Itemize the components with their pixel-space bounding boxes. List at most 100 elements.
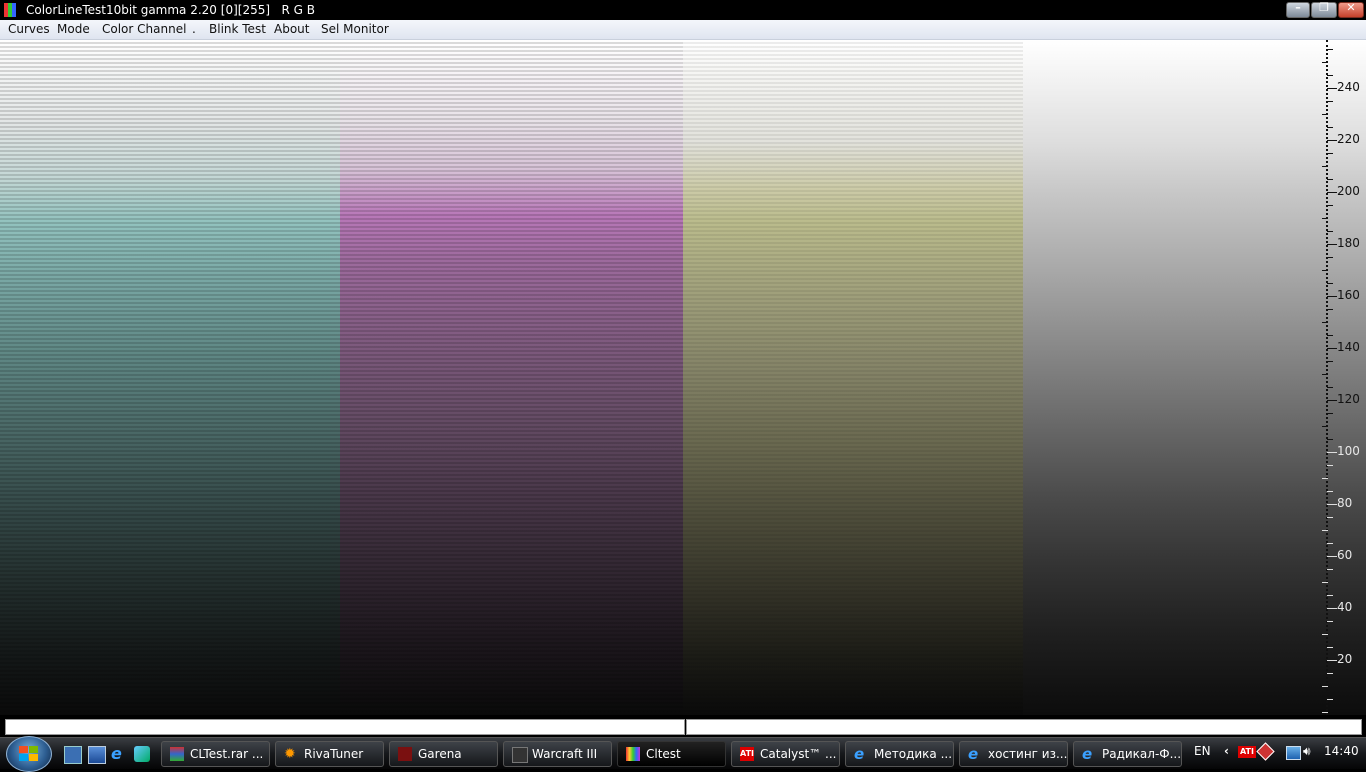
scale-label: 80 xyxy=(1337,496,1353,510)
scale-major-tick xyxy=(1327,400,1337,401)
restore-button[interactable]: ❐ xyxy=(1311,1,1337,18)
taskbar: e CLTest.rar ... ✹ RivaTuner Garena Warc… xyxy=(0,736,1366,772)
taskbar-button-hosting[interactable]: e хостинг из... xyxy=(959,741,1068,767)
level-scale: 240 220 200 180 160 140 120 100 80 60 40 20 xyxy=(1310,40,1366,715)
window-title: ColorLineTest10bit gamma 2.20 [0][255] R… xyxy=(26,3,315,17)
scale-minor-tick xyxy=(1327,309,1333,310)
scale-label: 200 xyxy=(1337,184,1360,198)
scale-minor-tick xyxy=(1327,517,1333,518)
scale-minor-tick xyxy=(1322,686,1328,687)
scale-minor-tick xyxy=(1322,712,1328,713)
scale-major-tick xyxy=(1327,296,1337,297)
scale-minor-tick xyxy=(1322,62,1328,63)
scale-major-tick xyxy=(1327,192,1337,193)
scale-minor-tick xyxy=(1322,634,1328,635)
scale-minor-tick xyxy=(1327,361,1333,362)
menu-curves[interactable]: Curves xyxy=(8,22,50,36)
scale-minor-tick xyxy=(1322,322,1328,323)
start-button[interactable] xyxy=(6,736,52,772)
scale-major-tick xyxy=(1327,556,1337,557)
taskbar-button-garena[interactable]: Garena xyxy=(389,741,498,767)
scale-minor-tick xyxy=(1327,127,1333,128)
scale-minor-tick xyxy=(1327,101,1333,102)
close-icon: ✕ xyxy=(1346,1,1356,14)
scale-minor-tick xyxy=(1327,283,1333,284)
media-app-icon[interactable] xyxy=(134,746,150,762)
title-bar: ColorLineTest10bit gamma 2.20 [0][255] R… xyxy=(0,0,1366,20)
catalyst-tray-icon[interactable] xyxy=(1256,742,1275,761)
scale-minor-tick xyxy=(1322,374,1328,375)
right-slider-track[interactable] xyxy=(686,719,1362,735)
scale-minor-tick xyxy=(1322,530,1328,531)
scale-major-tick xyxy=(1327,348,1337,349)
show-desktop-icon[interactable] xyxy=(64,746,82,764)
scale-label: 240 xyxy=(1337,80,1360,94)
scale-minor-tick xyxy=(1327,439,1333,440)
clock[interactable]: 14:40 xyxy=(1324,744,1359,758)
scale-minor-tick xyxy=(1327,231,1333,232)
scale-minor-tick xyxy=(1322,426,1328,427)
left-slider-track[interactable] xyxy=(5,719,685,735)
windows-logo-icon xyxy=(19,746,39,762)
scale-minor-tick xyxy=(1327,595,1333,596)
show-hidden-icons-chevron[interactable]: ‹ xyxy=(1224,744,1229,758)
taskbar-button-cltest[interactable]: Cltest xyxy=(617,741,726,767)
scale-minor-tick xyxy=(1327,621,1333,622)
taskbar-button-radikal[interactable]: e Радикал-Ф... xyxy=(1073,741,1182,767)
scale-label: 160 xyxy=(1337,288,1360,302)
taskbar-button-catalyst[interactable]: ATI Catalyst™ ... xyxy=(731,741,840,767)
menu-about[interactable]: About xyxy=(274,22,309,36)
scale-minor-tick xyxy=(1327,153,1333,154)
minimize-button[interactable]: – xyxy=(1286,1,1310,18)
scale-major-tick xyxy=(1327,88,1337,89)
volume-icon[interactable]: 🔊︎ xyxy=(1303,744,1311,759)
menu-mode[interactable]: Mode xyxy=(57,22,90,36)
scale-minor-tick xyxy=(1327,413,1333,414)
scale-label: 60 xyxy=(1337,548,1353,562)
menu-blink-test[interactable]: Blink Test xyxy=(209,22,266,36)
taskbar-button-rivatuner[interactable]: ✹ RivaTuner xyxy=(275,741,384,767)
network-icon[interactable] xyxy=(1286,746,1301,760)
slider-strip xyxy=(0,715,1366,737)
scale-minor-tick xyxy=(1327,673,1333,674)
scale-minor-tick xyxy=(1327,335,1333,336)
scale-major-tick xyxy=(1327,660,1337,661)
scale-minor-tick xyxy=(1327,387,1333,388)
scale-label: 120 xyxy=(1337,392,1360,406)
ie-icon: e xyxy=(854,745,865,763)
scale-label: 100 xyxy=(1337,444,1360,458)
scale-minor-tick xyxy=(1327,179,1333,180)
language-indicator[interactable]: EN xyxy=(1194,744,1211,758)
scale-major-tick xyxy=(1327,244,1337,245)
scale-minor-tick xyxy=(1322,270,1328,271)
scale-minor-tick xyxy=(1327,647,1333,648)
winrar-icon xyxy=(170,747,184,761)
taskbar-button-metodika[interactable]: e Методика ... xyxy=(845,741,954,767)
scale-minor-tick xyxy=(1322,218,1328,219)
scale-minor-tick xyxy=(1327,699,1333,700)
switch-windows-icon[interactable] xyxy=(88,746,106,764)
scale-minor-tick xyxy=(1322,478,1328,479)
scale-label: 20 xyxy=(1337,652,1353,666)
menu-dot[interactable]: . xyxy=(192,22,196,36)
internet-explorer-icon[interactable]: e xyxy=(111,746,127,762)
rivatuner-icon: ✹ xyxy=(284,746,296,762)
yellow-gradient-band xyxy=(683,40,1023,715)
menu-sel-monitor[interactable]: Sel Monitor xyxy=(321,22,389,36)
ati-icon: ATI xyxy=(740,747,754,761)
menu-color-channel[interactable]: Color Channel xyxy=(102,22,186,36)
scale-minor-tick xyxy=(1327,49,1333,50)
scale-label: 180 xyxy=(1337,236,1360,250)
scale-axis xyxy=(1326,40,1328,715)
taskbar-button-cltest-rar[interactable]: CLTest.rar ... xyxy=(161,741,270,767)
close-button[interactable]: ✕ xyxy=(1338,1,1364,18)
scale-major-tick xyxy=(1327,504,1337,505)
ati-tray-icon[interactable]: ATI xyxy=(1238,746,1256,758)
scale-minor-tick xyxy=(1322,114,1328,115)
cyan-gradient-band xyxy=(0,40,340,715)
ie-icon: e xyxy=(968,745,979,763)
garena-icon xyxy=(398,747,412,761)
taskbar-button-warcraft[interactable]: Warcraft III xyxy=(503,741,612,767)
scale-minor-tick xyxy=(1327,257,1333,258)
test-pattern-canvas[interactable]: 240 220 200 180 160 140 120 100 80 60 40 20 xyxy=(0,40,1366,715)
